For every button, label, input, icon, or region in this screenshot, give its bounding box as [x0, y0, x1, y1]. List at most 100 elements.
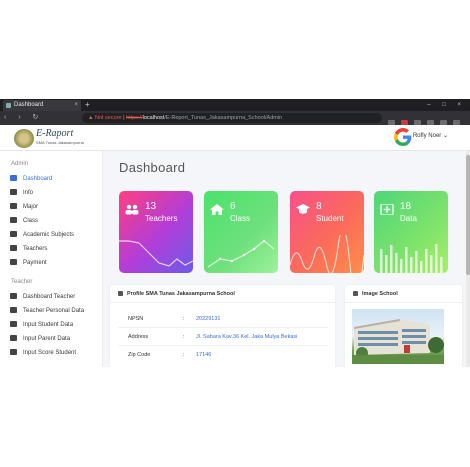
favicon-icon	[6, 103, 11, 108]
row-sep: :	[183, 316, 185, 322]
row-value: 20229131	[196, 316, 221, 322]
tab-bar: Dashboard × + – □ ×	[0, 99, 470, 111]
sidebar-item-label: Payment	[23, 260, 47, 266]
url-host: localhost	[142, 115, 165, 121]
sidebar-section-admin: Admin	[11, 161, 29, 167]
profile-header-text: Profile SMA Tunas Jakasampurna School	[127, 291, 235, 297]
class-label: Class	[230, 214, 251, 223]
row-key: Zip Code	[128, 352, 151, 358]
edit-icon	[10, 321, 17, 328]
sidebar-item-teachers[interactable]: Teachers	[10, 244, 47, 254]
dashboard-icon	[10, 293, 17, 300]
row-key: Address	[128, 334, 149, 340]
graduation-cap-icon	[296, 204, 310, 214]
row-sep: :	[183, 352, 185, 358]
school-image-panel: Image School	[345, 285, 462, 367]
sidebar: Admin Dashboard Info Major Class Academi…	[0, 151, 103, 367]
browser-window: Dashboard × + – □ × ‹ › ↻ ▲ Not secure |…	[0, 99, 470, 367]
main-content: Dashboard 13 Teachers 6 Class 8 Student …	[103, 151, 470, 367]
image-panel-header: Image School	[353, 291, 398, 297]
scrollbar-thumb[interactable]	[466, 155, 470, 275]
user-menu[interactable]: Rofly Noer ⌄	[413, 132, 448, 139]
divider	[110, 302, 335, 303]
url-scheme: https://	[126, 115, 143, 121]
school-building-illustration	[352, 319, 444, 364]
id-card-icon	[10, 307, 17, 314]
class-card[interactable]: 6 Class	[204, 191, 278, 273]
school-logo	[14, 129, 34, 148]
user-icon	[353, 291, 358, 297]
sidebar-item-dashboard[interactable]: Dashboard	[10, 174, 52, 184]
sidebar-item-input-score-student[interactable]: Input Score Student	[10, 348, 76, 358]
window-controls[interactable]: – □ ×	[427, 99, 466, 111]
class-icon	[10, 217, 17, 224]
row-value: 17146	[196, 352, 212, 358]
sidebar-item-label: Input Student Data	[23, 322, 74, 328]
sidebar-item-label: Teachers	[23, 246, 48, 252]
edit-icon	[10, 349, 17, 356]
user-icon	[10, 189, 17, 196]
sidebar-item-payment[interactable]: Payment	[10, 258, 47, 268]
student-count: 8	[316, 201, 322, 212]
sidebar-item-teacher-personal-data[interactable]: Teacher Personal Data	[10, 306, 84, 316]
data-label: Data	[400, 214, 417, 223]
student-label: Student	[316, 214, 344, 223]
browser-tab[interactable]: Dashboard ×	[3, 100, 81, 111]
sidebar-item-label: Major	[23, 204, 39, 210]
row-key: NPSN	[128, 316, 144, 322]
edit-icon	[10, 335, 17, 342]
book-icon	[10, 231, 17, 238]
sidebar-item-input-parent-data[interactable]: Input Parent Data	[10, 334, 70, 344]
url-toolbar: ‹ › ↻ ▲ Not secure | https://localhost/E…	[0, 111, 470, 127]
teacher-icon	[10, 245, 17, 252]
page-title: Dashboard	[119, 160, 186, 175]
sidebar-item-label: Info	[23, 190, 34, 196]
row-value: Jl. Sahara Kav.36 Kel. Jaka Mulya Bekasi	[196, 334, 298, 340]
new-tab-button[interactable]: +	[85, 99, 90, 111]
sidebar-item-input-student-data[interactable]: Input Student Data	[10, 320, 73, 330]
teachers-label: Teachers	[145, 214, 178, 223]
student-sparkline	[290, 235, 364, 273]
payment-icon	[10, 259, 17, 266]
sidebar-item-academic-subjects[interactable]: Academic Subjects	[10, 230, 74, 240]
users-icon	[125, 204, 139, 215]
sidebar-item-dashboard-teacher[interactable]: Dashboard Teacher	[10, 292, 75, 302]
brand-subtitle: SMA Tunas Jakasampurna	[36, 140, 84, 145]
sidebar-item-class[interactable]: Class	[10, 216, 38, 226]
tab-title: Dashboard	[14, 102, 44, 108]
google-icon	[394, 128, 412, 146]
nav-buttons[interactable]: ‹ › ↻	[4, 111, 43, 125]
sidebar-item-label: Academic Subjects	[23, 232, 75, 238]
divider	[345, 302, 462, 303]
sidebar-item-major[interactable]: Major	[10, 202, 38, 212]
profile-header: Profile SMA Tunas Jakasampurna School	[118, 291, 235, 297]
data-card[interactable]: 18 Data	[374, 191, 448, 273]
school-profile-panel: Profile SMA Tunas Jakasampurna School NP…	[110, 285, 335, 367]
data-bars	[380, 244, 443, 273]
bars-icon	[118, 291, 123, 297]
image-panel-header-text: Image School	[362, 291, 398, 297]
divider	[118, 345, 328, 346]
url-path: /E-Report_Tunas_Jakasampurna_School/Admi…	[164, 115, 283, 121]
sidebar-item-label: Input Score Student	[23, 350, 77, 356]
app-header: E-Raport SMA Tunas Jakasampurna Rofly No…	[0, 125, 470, 151]
teachers-sparkline	[119, 240, 193, 267]
user-name: Rofly Noer	[412, 133, 442, 139]
teachers-count: 13	[145, 201, 157, 212]
sidebar-section-teacher: Teacher	[11, 279, 33, 285]
address-bar[interactable]: ▲ Not secure | https://localhost/E-Repor…	[82, 113, 382, 123]
sidebar-item-label: Teacher Personal Data	[23, 308, 85, 314]
home-icon	[210, 204, 224, 215]
not-secure-warning[interactable]: ▲ Not secure	[88, 115, 122, 121]
sidebar-item-info[interactable]: Info	[10, 188, 33, 198]
data-count: 18	[400, 201, 412, 212]
row-sep: :	[183, 334, 185, 340]
users-icon	[10, 203, 17, 210]
sidebar-item-label: Dashboard Teacher	[23, 294, 76, 300]
teachers-card[interactable]: 13 Teachers	[119, 191, 193, 273]
student-card[interactable]: 8 Student	[290, 191, 364, 273]
chevron-down-icon: ⌄	[442, 133, 448, 139]
tab-close-icon[interactable]: ×	[74, 100, 78, 111]
divider	[118, 327, 328, 328]
brand-title: E-Raport	[36, 128, 74, 139]
